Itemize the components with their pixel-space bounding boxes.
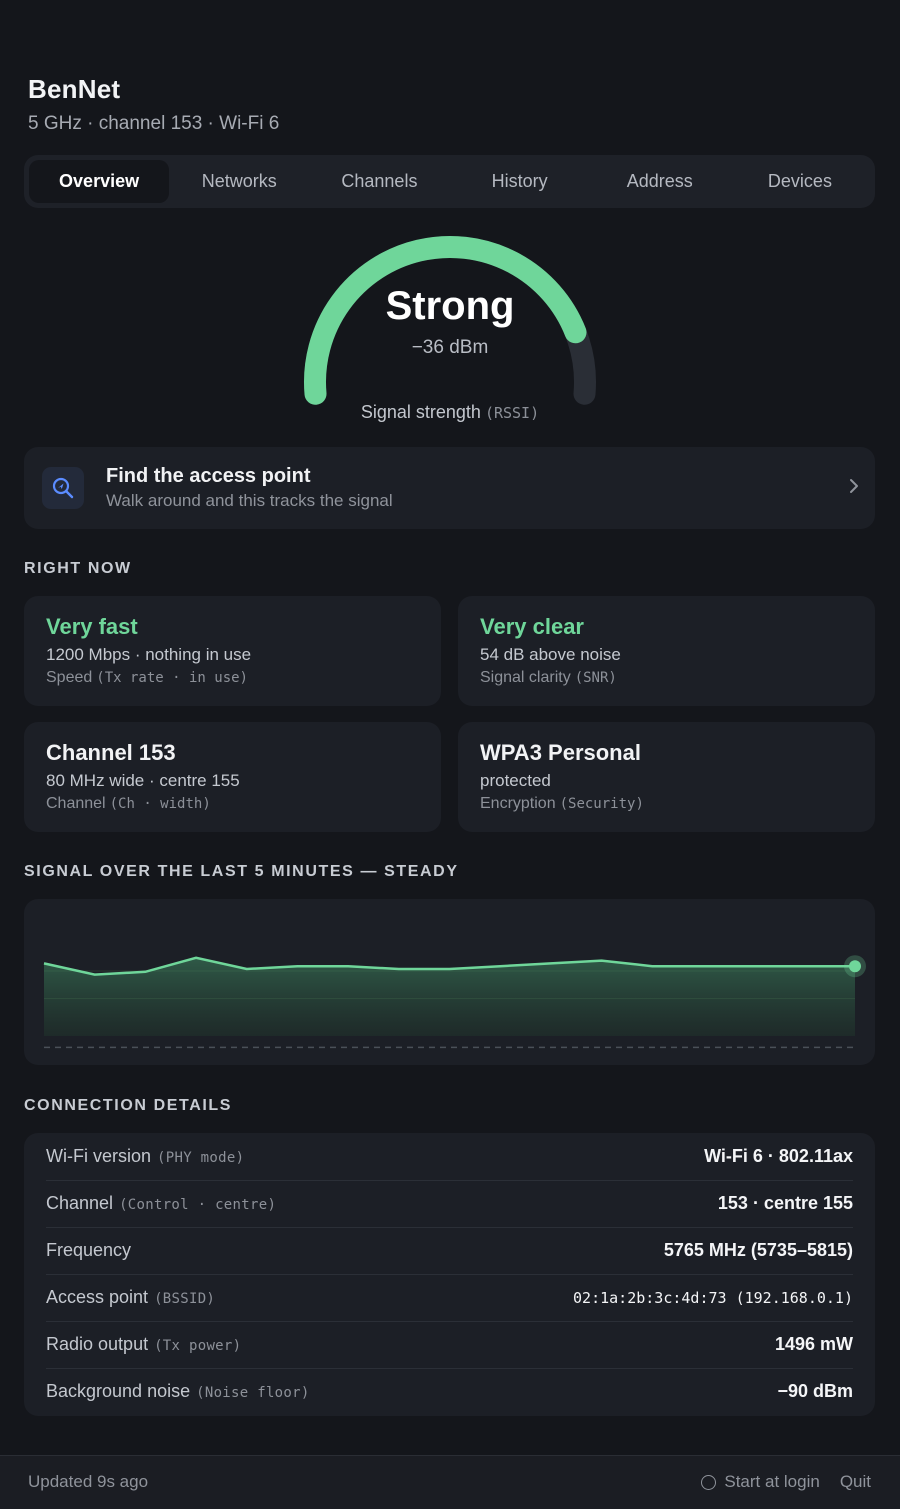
detail-label-text: Channel bbox=[46, 1193, 114, 1213]
connection-details-table: Wi-Fi version (PHY mode) Wi-Fi 6 · 802.11… bbox=[24, 1133, 875, 1416]
speed-rating: Very fast bbox=[46, 614, 138, 639]
channel-label-tech: (Ch · width) bbox=[109, 796, 211, 812]
detail-label: Wi-Fi version (PHY mode) bbox=[46, 1146, 244, 1167]
detail-row-radio-output: Radio output (Tx power) 1496 mW bbox=[46, 1321, 853, 1368]
start-at-login-label: Start at login bbox=[724, 1472, 820, 1491]
detail-label: Channel (Control · centre) bbox=[46, 1193, 276, 1214]
detail-label: Access point (BSSID) bbox=[46, 1287, 215, 1308]
detail-value: Wi-Fi 6 · 802.11ax bbox=[704, 1146, 853, 1166]
detail-label-tech: (BSSID) bbox=[154, 1291, 216, 1307]
signal-status: Strong bbox=[385, 284, 515, 328]
encryption-label-text: Encryption bbox=[480, 795, 556, 812]
stat-card-encryption: WPA3 Personal protected Encryption (Secur… bbox=[458, 722, 875, 832]
detail-label: Frequency bbox=[46, 1240, 137, 1261]
detail-row-frequency: Frequency 5765 MHz (5735–5815) bbox=[46, 1227, 853, 1274]
section-signal-history: SIGNAL OVER THE LAST 5 MINUTES — STEADY bbox=[24, 863, 459, 880]
tab-bar: Overview Networks Channels History Addre… bbox=[24, 155, 875, 208]
tab-networks[interactable]: Networks bbox=[169, 160, 309, 203]
tab-history[interactable]: History bbox=[450, 160, 590, 203]
clarity-rating: Very clear bbox=[480, 614, 584, 639]
gauge-caption: Signal strength (RSSI) bbox=[0, 402, 900, 423]
network-name: BenNet bbox=[28, 74, 121, 104]
signal-value: −36 dBm bbox=[411, 337, 489, 358]
detail-label: Background noise (Noise floor) bbox=[46, 1381, 310, 1402]
detail-value: 02:1a:2b:3c:4d:73 (192.168.0.1) bbox=[573, 1288, 853, 1307]
detail-row-channel: Channel (Control · centre) 153 · centre 1… bbox=[46, 1180, 853, 1227]
signal-history-chart bbox=[24, 899, 875, 1065]
detail-row-access-point: Access point (BSSID) 02:1a:2b:3c:4d:73 (1… bbox=[46, 1274, 853, 1321]
channel-description: 80 MHz wide · centre 155 bbox=[46, 771, 240, 790]
stat-card-speed: Very fast 1200 Mbps · nothing in use Spe… bbox=[24, 596, 441, 706]
footer-bar: Updated 9s ago Start at login Quit bbox=[0, 1455, 900, 1509]
signal-gauge: Strong −36 dBm bbox=[300, 232, 600, 407]
speed-label-text: Speed bbox=[46, 669, 93, 686]
speed-label-tech: (Tx rate · in use) bbox=[96, 670, 248, 686]
detail-label-tech: (Control · centre) bbox=[119, 1197, 277, 1213]
gauge-caption-tech: (RSSI) bbox=[484, 404, 540, 422]
detail-label-text: Radio output bbox=[46, 1334, 149, 1354]
updated-status: Updated 9s ago bbox=[28, 1472, 149, 1491]
stat-card-clarity: Very clear 54 dB above noise Signal clar… bbox=[458, 596, 875, 706]
section-right-now: RIGHT NOW bbox=[24, 560, 132, 577]
channel-value: Channel 153 bbox=[46, 740, 176, 765]
detail-value: −90 dBm bbox=[777, 1381, 853, 1401]
find-access-point-card[interactable]: Find the access point Walk around and th… bbox=[24, 447, 875, 529]
signal-chart-svg bbox=[43, 955, 866, 1049]
quit-button[interactable]: Quit bbox=[840, 1472, 871, 1492]
start-at-login-toggle[interactable]: Start at login bbox=[701, 1472, 820, 1492]
section-connection-details: CONNECTION DETAILS bbox=[24, 1097, 233, 1114]
tab-devices[interactable]: Devices bbox=[730, 160, 870, 203]
detail-value: 1496 mW bbox=[774, 1334, 853, 1354]
network-header: BenNet 5 GHz · channel 153 · Wi-Fi 6 bbox=[28, 74, 279, 135]
radio-unchecked-icon[interactable] bbox=[701, 1474, 717, 1490]
detail-label-text: Background noise bbox=[46, 1381, 191, 1401]
find-card-subtitle: Walk around and this tracks the signal bbox=[106, 491, 393, 510]
detail-row-wifi-version: Wi-Fi version (PHY mode) Wi-Fi 6 · 802.11… bbox=[46, 1133, 853, 1180]
gauge-caption-label: Signal strength bbox=[360, 402, 481, 422]
clarity-description: 54 dB above noise bbox=[480, 645, 621, 664]
detail-label-text: Access point bbox=[46, 1287, 149, 1307]
clarity-label-tech: (SNR) bbox=[574, 670, 617, 686]
encryption-value: WPA3 Personal bbox=[480, 740, 641, 765]
detail-value: 5765 MHz (5735–5815) bbox=[663, 1240, 853, 1260]
footer-actions: Start at login Quit bbox=[701, 1472, 871, 1492]
clarity-label: Signal clarity (SNR) bbox=[480, 669, 617, 687]
detail-label-text: Wi-Fi version bbox=[46, 1146, 152, 1166]
detail-label-tech: (Noise floor) bbox=[196, 1385, 310, 1401]
channel-label-text: Channel bbox=[46, 795, 106, 812]
tab-overview[interactable]: Overview bbox=[29, 160, 170, 203]
channel-label: Channel (Ch · width) bbox=[46, 795, 211, 813]
chevron-right-icon bbox=[847, 477, 861, 500]
search-location-icon bbox=[42, 467, 84, 509]
network-subtitle: 5 GHz · channel 153 · Wi-Fi 6 bbox=[28, 113, 280, 134]
speed-description: 1200 Mbps · nothing in use bbox=[46, 645, 252, 664]
tab-address[interactable]: Address bbox=[590, 160, 730, 203]
clarity-label-text: Signal clarity bbox=[480, 669, 571, 686]
detail-label-text: Frequency bbox=[46, 1240, 132, 1260]
encryption-label: Encryption (Security) bbox=[480, 795, 644, 813]
detail-row-background-noise: Background noise (Noise floor) −90 dBm bbox=[46, 1368, 853, 1415]
encryption-description: protected bbox=[480, 771, 551, 790]
current-point bbox=[849, 960, 861, 973]
detail-label: Radio output (Tx power) bbox=[46, 1334, 241, 1355]
detail-label-tech: (Tx power) bbox=[154, 1338, 242, 1354]
find-card-title: Find the access point bbox=[106, 465, 311, 487]
encryption-label-tech: (Security) bbox=[559, 796, 644, 812]
detail-label-tech: (PHY mode) bbox=[157, 1150, 245, 1166]
tab-channels[interactable]: Channels bbox=[309, 160, 449, 203]
stat-card-channel: Channel 153 80 MHz wide · centre 155 Cha… bbox=[24, 722, 441, 832]
detail-value: 153 · centre 155 bbox=[717, 1193, 853, 1213]
speed-label: Speed (Tx rate · in use) bbox=[46, 669, 248, 687]
